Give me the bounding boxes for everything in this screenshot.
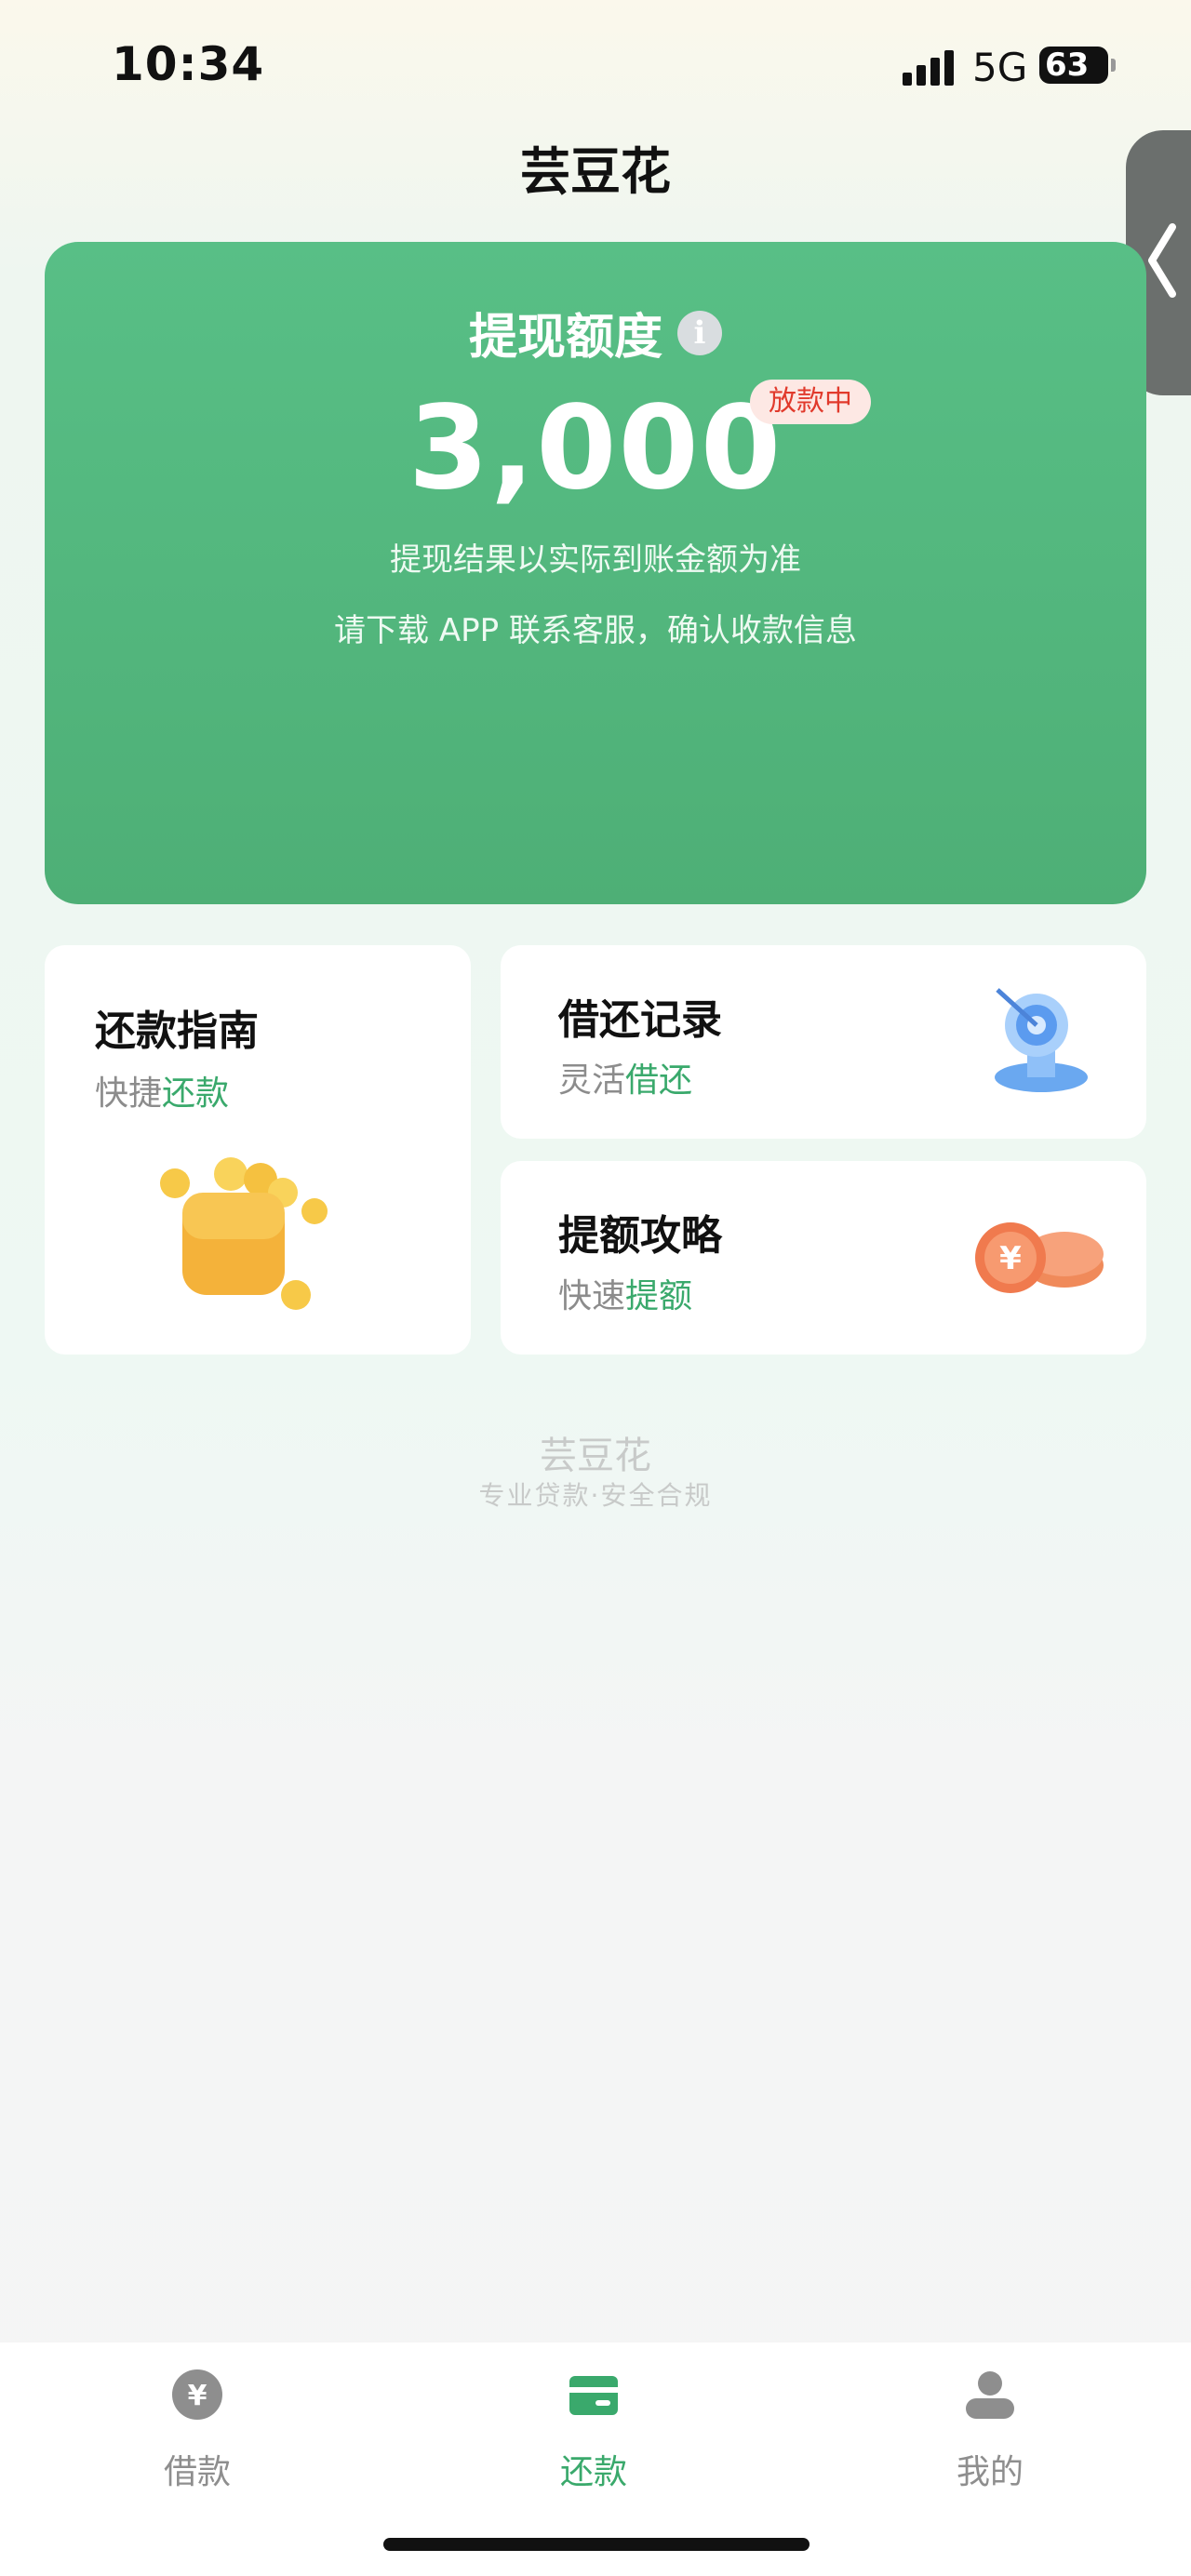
contact-note: 请下载 APP 联系客服，确认收款信息 bbox=[334, 612, 857, 649]
target-icon bbox=[995, 988, 1088, 1092]
withdraw-quota-card: 提现额度 i 3,000 放款中 提现结果以实际到账金额为准 请下载 APP 联… bbox=[45, 242, 1146, 904]
coin-wallet-icon bbox=[160, 1157, 328, 1310]
yen-circle-icon: ¥ bbox=[172, 2369, 222, 2420]
svg-text:¥: ¥ bbox=[188, 2380, 207, 2412]
card-title: 还款指南 bbox=[95, 1008, 259, 1055]
tab-borrow[interactable]: ¥ 借款 bbox=[104, 2342, 290, 2529]
tab-mine[interactable]: 我的 bbox=[897, 2342, 1083, 2529]
chevron-left-icon bbox=[1148, 223, 1176, 298]
home-indicator bbox=[383, 2538, 810, 2551]
subtitle-plain: 灵活 bbox=[558, 1061, 626, 1100]
subtitle-accent: 提额 bbox=[625, 1277, 693, 1315]
subtitle-accent: 还款 bbox=[162, 1074, 230, 1113]
subtitle-plain: 快速 bbox=[558, 1277, 626, 1315]
subtitle-accent: 借还 bbox=[625, 1061, 693, 1100]
status-badge: 放款中 bbox=[750, 380, 871, 424]
battery-icon: 63 bbox=[1039, 47, 1108, 84]
card-subtitle: 快捷还款 bbox=[95, 1066, 229, 1114]
signal-icon bbox=[903, 48, 958, 86]
subtitle-plain: 快捷 bbox=[95, 1074, 163, 1113]
status-time: 10:34 bbox=[112, 37, 265, 91]
quota-note: 提现结果以实际到账金额为准 bbox=[390, 541, 801, 579]
footer-tagline: 专业贷款·安全合规 bbox=[478, 1480, 713, 1511]
tab-repay[interactable]: 还款 bbox=[501, 2342, 687, 2529]
card-subtitle: 灵活借还 bbox=[558, 1053, 692, 1101]
battery-nub bbox=[1111, 59, 1116, 72]
network-label: 5G bbox=[972, 45, 1028, 90]
card-title: 提额攻略 bbox=[558, 1212, 722, 1260]
wallet-card-icon bbox=[569, 2376, 618, 2415]
card-subtitle: 快速提额 bbox=[558, 1269, 692, 1317]
loan-records-card[interactable]: 借还记录 灵活借还 bbox=[501, 945, 1146, 1139]
tab-label: 我的 bbox=[956, 2453, 1024, 2491]
page-title: 芸豆花 bbox=[520, 142, 671, 201]
card-title: 借还记录 bbox=[558, 996, 722, 1044]
battery-level: 63 bbox=[1045, 47, 1090, 84]
person-icon bbox=[966, 2371, 1014, 2419]
tab-label: 还款 bbox=[559, 2453, 627, 2491]
quota-amount: 3,000 bbox=[408, 381, 783, 515]
coins-icon: ¥ bbox=[975, 1222, 1104, 1293]
repayment-guide-card[interactable]: 还款指南 快捷还款 bbox=[45, 945, 471, 1355]
quota-label: 提现额度 bbox=[468, 310, 662, 366]
info-icon[interactable]: i bbox=[677, 310, 722, 355]
tab-label: 借款 bbox=[163, 2453, 231, 2491]
status-bar: 10:34 5G 63 bbox=[0, 0, 1191, 130]
footer-brand: 芸豆花 bbox=[540, 1435, 651, 1477]
svg-text:¥: ¥ bbox=[999, 1240, 1022, 1277]
raise-credit-card[interactable]: 提额攻略 快速提额 ¥ bbox=[501, 1161, 1146, 1355]
